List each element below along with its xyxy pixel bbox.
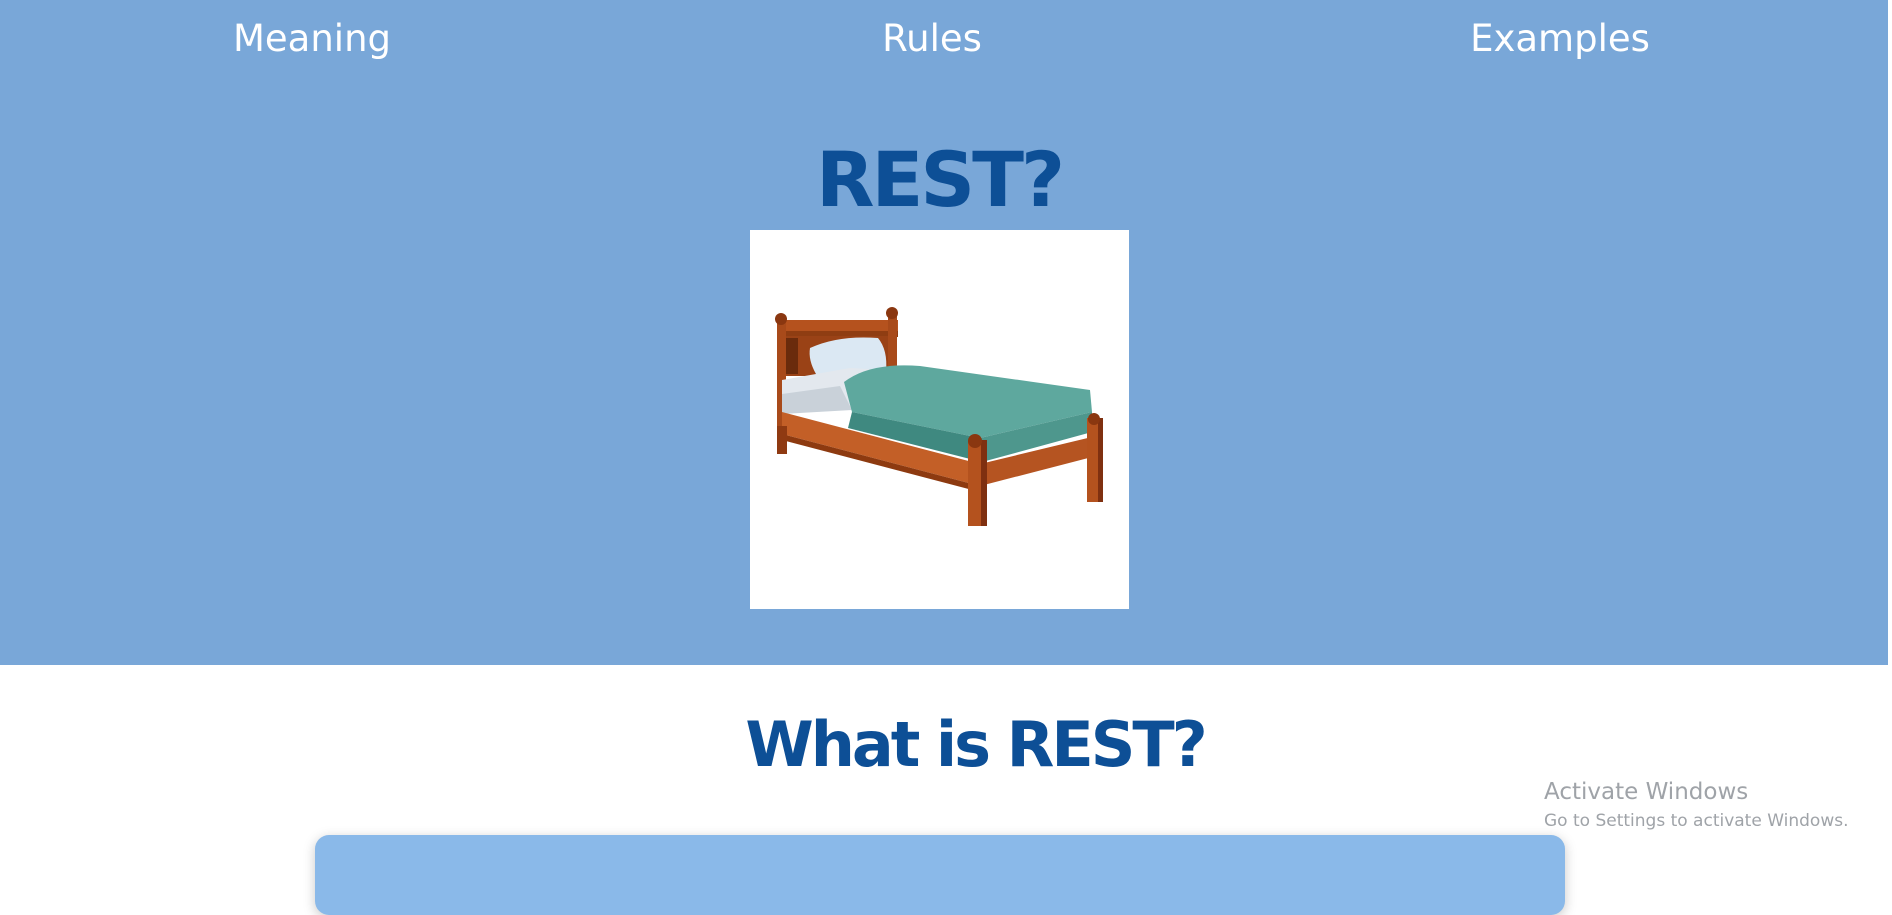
hero-section: Meaning Rules Examples REST? — [0, 0, 1888, 665]
hero-image — [750, 230, 1129, 609]
nav-link-meaning[interactable]: Meaning — [233, 15, 391, 63]
watermark-subtitle: Go to Settings to activate Windows. — [1544, 811, 1849, 831]
nav-link-examples[interactable]: Examples — [1470, 15, 1650, 63]
watermark-title: Activate Windows — [1544, 779, 1749, 805]
section-title: What is REST? — [745, 708, 1207, 781]
windows-activation-watermark: Activate Windows Go to Settings to activ… — [1544, 776, 1849, 834]
bed-icon — [775, 307, 1103, 526]
content-card — [315, 835, 1565, 915]
nav-link-rules[interactable]: Rules — [882, 15, 982, 63]
hero-title: REST? — [815, 135, 1065, 224]
